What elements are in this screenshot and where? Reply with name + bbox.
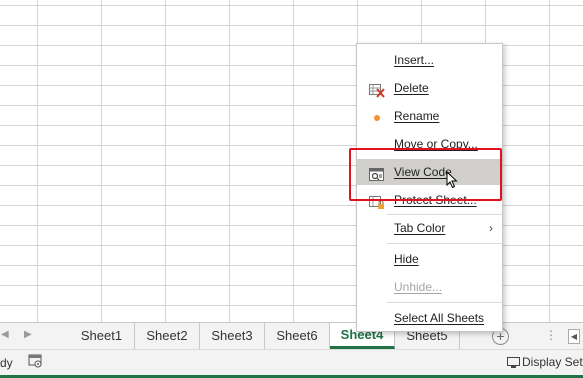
scroll-tabs-right-icon[interactable]: ▶ <box>24 329 32 340</box>
macro-recorder-icon[interactable] <box>28 354 42 368</box>
display-settings-button[interactable]: Display Sett <box>507 355 583 369</box>
menu-item-delete[interactable]: Delete <box>357 75 502 101</box>
scroll-tabs-left-icon[interactable]: ◀ <box>1 329 9 340</box>
status-ready-text: dy <box>0 356 13 370</box>
rename-dot-icon <box>369 109 385 123</box>
menu-item-unhide: Unhide... <box>394 280 443 294</box>
menu-item-rename[interactable]: Rename <box>357 103 502 129</box>
delete-sheet-icon <box>369 81 385 98</box>
tab-sheet6[interactable]: Sheet6 <box>265 323 330 349</box>
display-settings-label: Display Sett <box>522 355 583 369</box>
menu-item-insert[interactable]: Insert... <box>357 47 502 73</box>
submenu-arrow-icon: › <box>489 221 493 235</box>
menu-separator <box>387 302 502 303</box>
menu-item-tab-color[interactable]: Tab Color › <box>357 215 502 241</box>
status-bar: dy Display Sett <box>0 349 583 378</box>
tab-sheet3[interactable]: Sheet3 <box>200 323 265 349</box>
mouse-cursor-icon <box>446 171 458 189</box>
tab-sheet1[interactable]: Sheet1 <box>69 323 135 349</box>
monitor-icon <box>507 357 520 368</box>
menu-item-hide[interactable]: Hide <box>357 246 502 272</box>
horizontal-scroll-left-icon[interactable]: ◀ <box>568 329 580 344</box>
tab-sheet2[interactable]: Sheet2 <box>135 323 200 349</box>
menu-item-select-all-sheets[interactable]: Select All Sheets <box>357 305 502 331</box>
more-options-icon[interactable]: ⋮ <box>545 328 557 342</box>
highlight-annotation-box <box>349 148 502 201</box>
menu-separator <box>387 243 502 244</box>
